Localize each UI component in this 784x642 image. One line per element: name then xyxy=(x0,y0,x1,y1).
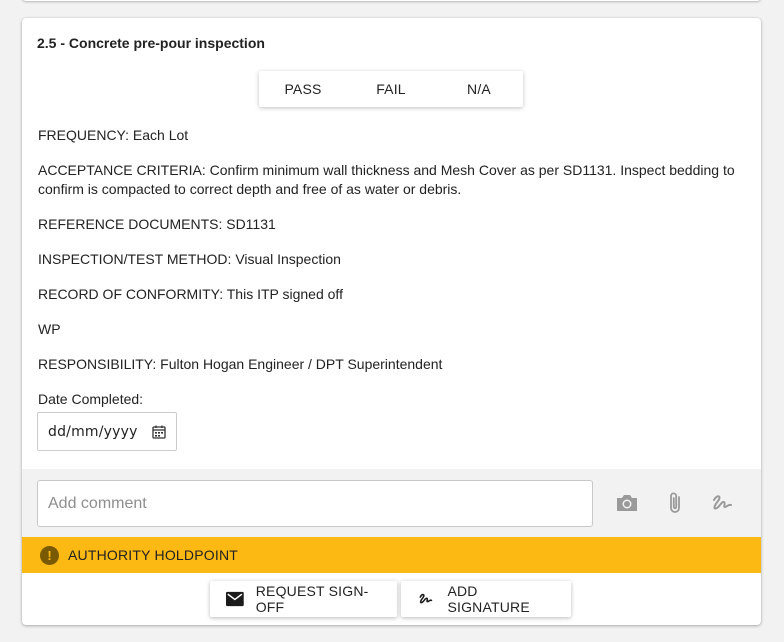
record-of-conformity-text: RECORD OF CONFORMITY: This ITP signed of… xyxy=(38,286,343,302)
add-signature-label: ADD SIGNATURE xyxy=(447,583,530,615)
inspection-item-card: 2.5 - Concrete pre-pour inspection PASS … xyxy=(22,18,761,625)
reference-documents-text: REFERENCE DOCUMENTS: SD1131 xyxy=(38,216,276,232)
comment-bar: Add comment xyxy=(22,469,761,537)
date-placeholder: dd/mm/yyyy xyxy=(48,423,138,440)
signature-icon[interactable] xyxy=(709,489,737,517)
date-completed-input[interactable]: dd/mm/yyyy xyxy=(37,412,177,451)
frequency-text: FREQUENCY: Each Lot xyxy=(38,127,189,143)
item-title: 2.5 - Concrete pre-pour inspection xyxy=(37,35,265,51)
add-signature-button[interactable]: ADD SIGNATURE xyxy=(401,581,571,617)
request-signoff-button[interactable]: REQUEST SIGN-OFF xyxy=(210,581,397,617)
warning-icon: ! xyxy=(40,545,59,565)
na-button[interactable]: N/A xyxy=(435,71,523,107)
fail-button[interactable]: FAIL xyxy=(347,71,435,107)
calendar-icon[interactable] xyxy=(152,425,166,439)
acceptance-criteria-text: ACCEPTANCE CRITERIA: Confirm minimum wal… xyxy=(38,162,735,197)
authority-holdpoint-banner: ! AUTHORITY HOLDPOINT xyxy=(22,537,761,573)
paperclip-icon[interactable] xyxy=(662,489,690,517)
holdpoint-label: AUTHORITY HOLDPOINT xyxy=(68,547,239,563)
previous-item-card xyxy=(22,0,761,1)
pass-button[interactable]: PASS xyxy=(259,71,347,107)
request-signoff-label: REQUEST SIGN-OFF xyxy=(255,583,369,615)
camera-icon[interactable] xyxy=(613,489,641,517)
witness-point-text: WP xyxy=(38,321,61,337)
envelope-icon xyxy=(226,591,244,607)
date-completed-label: Date Completed: xyxy=(38,391,144,407)
signature-icon xyxy=(419,593,433,604)
comment-input[interactable]: Add comment xyxy=(37,480,593,527)
responsibility-text: RESPONSIBILITY: Fulton Hogan Engineer / … xyxy=(38,356,443,372)
inspection-method-text: INSPECTION/TEST METHOD: Visual Inspectio… xyxy=(38,251,341,267)
result-toggle-group: PASS FAIL N/A xyxy=(259,71,523,107)
